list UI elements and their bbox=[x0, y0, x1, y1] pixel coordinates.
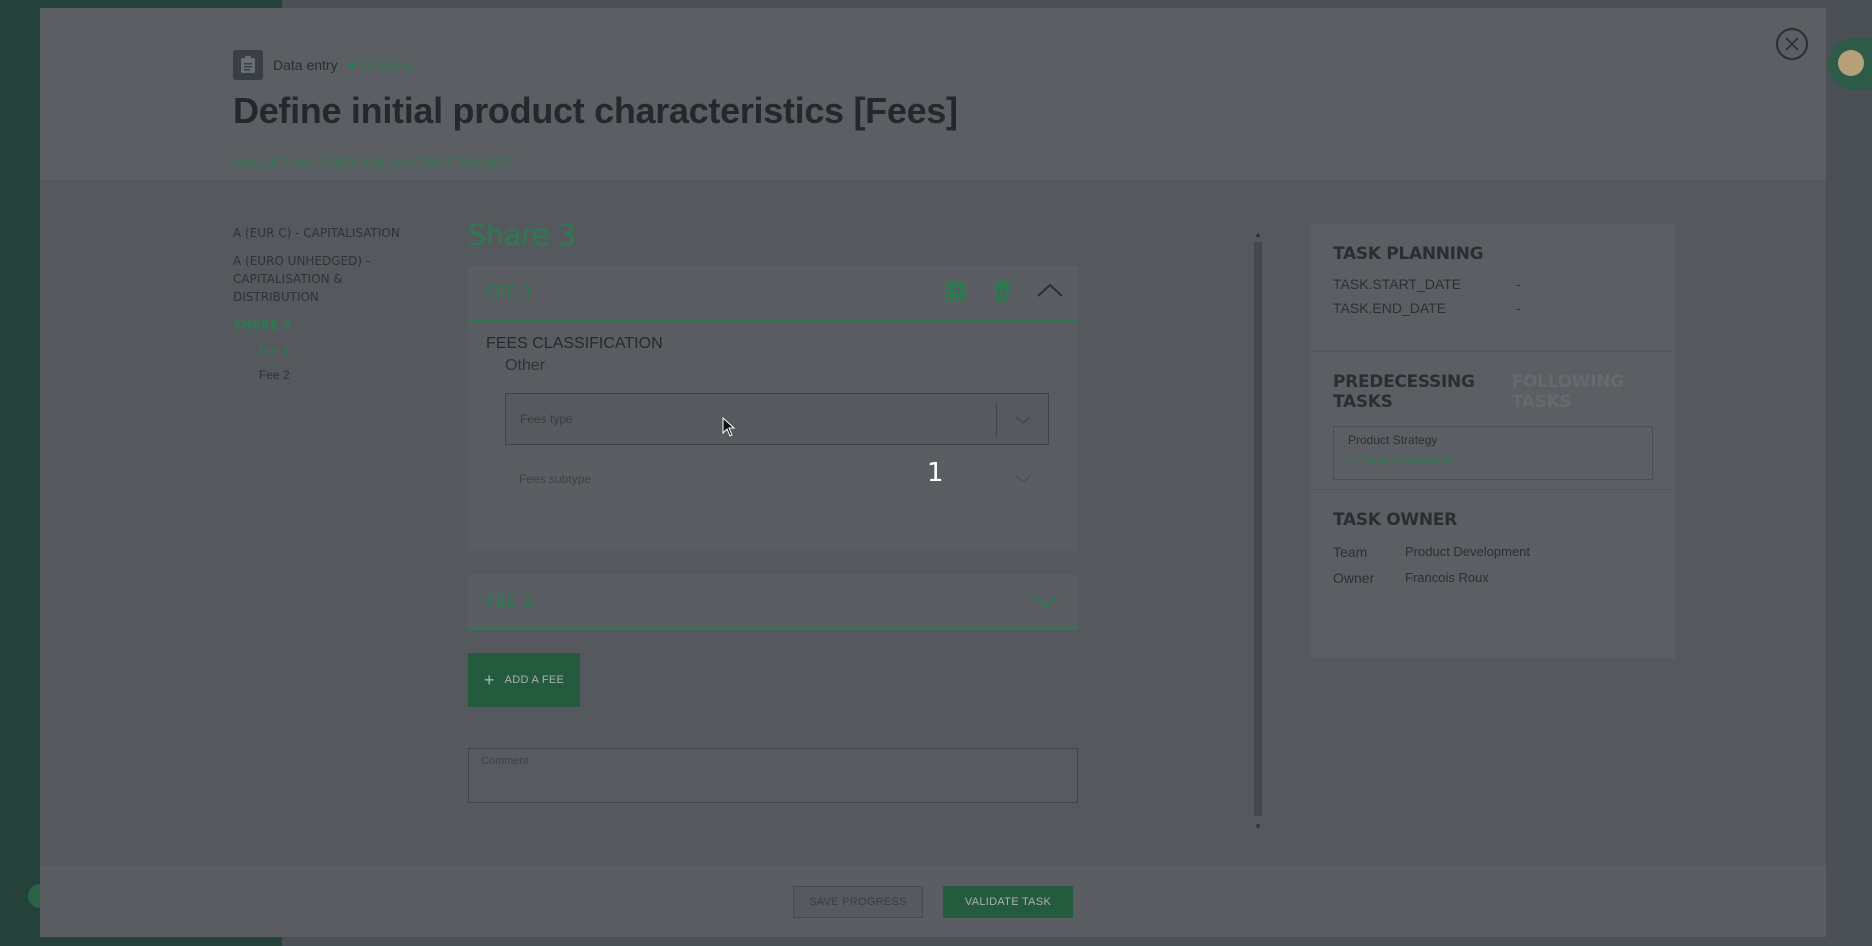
task-side-panel: TASK PLANNING TASK.START_DATE - TASK.END… bbox=[1311, 224, 1675, 658]
scroll-down-icon[interactable]: ▼ bbox=[1254, 822, 1262, 831]
fee-1-header[interactable]: FEE 1 bbox=[468, 266, 1078, 321]
start-date-row: TASK.START_DATE - bbox=[1333, 276, 1653, 292]
fee-1-panel: FEE 1 FEES CLASSIFICATION Other Fees typ… bbox=[468, 266, 1078, 551]
start-date-key: TASK.START_DATE bbox=[1333, 276, 1462, 292]
duplicate-icon[interactable] bbox=[944, 279, 968, 303]
fees-subtype-dropdown-toggle[interactable] bbox=[997, 461, 1049, 497]
breadcrumb[interactable]: SINGLE FUND CREATION / DISTINCT PARVEST bbox=[233, 156, 513, 170]
main-content: Share 3 FEE 1 FEES CLASSIFICATION Other … bbox=[468, 218, 1078, 803]
fees-classification-subtitle: Other bbox=[505, 357, 546, 374]
chevron-down-icon bbox=[1015, 475, 1031, 483]
fee-2-label: FEE 2 bbox=[486, 591, 534, 612]
team-value: Product Development bbox=[1405, 544, 1531, 559]
chevron-down-icon[interactable] bbox=[1032, 591, 1060, 611]
fees-subtype-placeholder: Fees subtype bbox=[519, 472, 592, 486]
fee-1-label: FEE 1 bbox=[486, 282, 534, 303]
task-owner-section: TASK OWNER Team Product Development Owne… bbox=[1311, 490, 1675, 606]
dependency-category: Product Strategy bbox=[1348, 433, 1438, 447]
owner-key: Owner bbox=[1333, 570, 1375, 586]
scrollbar-track[interactable] bbox=[1254, 242, 1262, 816]
fee-2-header[interactable]: FEE 2 bbox=[468, 575, 1078, 630]
fee-1-body: FEES CLASSIFICATION Other Fees type Fees… bbox=[468, 321, 1078, 551]
fees-type-dropdown-toggle[interactable] bbox=[996, 402, 1048, 438]
add-fee-label: ADD A FEE bbox=[504, 674, 565, 686]
close-icon bbox=[1785, 37, 1799, 51]
dependency-tabs: PREDECESSING TASKS FOLLOWING TASKS bbox=[1333, 372, 1653, 412]
dependency-card: Product Strategy - Project validation bbox=[1333, 426, 1653, 480]
task-owner-title: TASK OWNER bbox=[1333, 510, 1457, 530]
task-planning-title: TASK PLANNING bbox=[1333, 244, 1484, 264]
avatar-face-icon bbox=[1838, 50, 1864, 76]
fees-classification-title: FEES CLASSIFICATION bbox=[486, 335, 663, 352]
trash-icon[interactable] bbox=[990, 279, 1014, 303]
fees-subtype-select[interactable]: Fees subtype bbox=[505, 453, 1049, 505]
chevron-up-icon[interactable] bbox=[1036, 279, 1064, 303]
plus-icon: + bbox=[483, 669, 495, 690]
owner-value: Francois Roux bbox=[1405, 570, 1489, 585]
mouse-cursor-icon bbox=[722, 417, 736, 437]
avatar[interactable] bbox=[1828, 38, 1872, 90]
share-nav-item-active[interactable]: SHARE 3 bbox=[233, 316, 413, 334]
fees-type-placeholder: Fees type bbox=[520, 412, 573, 426]
team-key: Team bbox=[1333, 544, 1368, 560]
fee-nav-item-active[interactable]: Fee 1 bbox=[233, 344, 413, 358]
status-badge: Ongoing bbox=[347, 57, 414, 73]
end-date-key: TASK.END_DATE bbox=[1333, 300, 1447, 316]
chevron-down-icon bbox=[1015, 416, 1030, 424]
status-dot-icon bbox=[347, 61, 355, 69]
comment-placeholder: Comment bbox=[481, 755, 529, 767]
end-date-value: - bbox=[1516, 300, 1521, 316]
task-type-label: Data entry bbox=[273, 57, 338, 73]
status-label: Ongoing bbox=[360, 57, 414, 73]
scroll-up-icon[interactable]: ▲ bbox=[1254, 230, 1262, 239]
scrollbar[interactable]: ▲ ▼ bbox=[1252, 230, 1264, 831]
tab-predecessing-tasks[interactable]: PREDECESSING TASKS bbox=[1333, 372, 1498, 412]
modal-footer: SAVE PROGRESS VALIDATE TASK bbox=[40, 866, 1826, 937]
task-meta: Data entry Ongoing bbox=[233, 50, 414, 80]
comment-field[interactable]: Comment bbox=[468, 748, 1078, 803]
fee-nav-item[interactable]: Fee 2 bbox=[233, 368, 413, 382]
page-title: Define initial product characteristics [… bbox=[233, 90, 958, 131]
step-marker: 1 bbox=[927, 458, 944, 488]
clipboard-icon bbox=[233, 50, 263, 80]
fees-type-select[interactable]: Fees type bbox=[505, 393, 1049, 445]
share-title: Share 3 bbox=[468, 218, 576, 252]
end-date-row: TASK.END_DATE - bbox=[1333, 300, 1653, 316]
close-button[interactable] bbox=[1776, 28, 1808, 60]
tab-following-tasks[interactable]: FOLLOWING TASKS bbox=[1512, 372, 1653, 412]
start-date-value: - bbox=[1516, 276, 1521, 292]
validate-task-button[interactable]: VALIDATE TASK bbox=[943, 886, 1073, 918]
fee-1-tools bbox=[944, 279, 1064, 303]
share-nav-item[interactable]: A (EUR C) - CAPITALISATION bbox=[233, 224, 413, 242]
save-progress-button[interactable]: SAVE PROGRESS bbox=[793, 886, 923, 918]
task-planning-section: TASK PLANNING TASK.START_DATE - TASK.END… bbox=[1311, 224, 1675, 352]
team-row: Team Product Development bbox=[1333, 544, 1653, 560]
dependencies-section: PREDECESSING TASKS FOLLOWING TASKS Produ… bbox=[1311, 352, 1675, 490]
share-nav: A (EUR C) - CAPITALISATION A (EURO UNHED… bbox=[233, 224, 413, 392]
share-nav-item[interactable]: A (EURO UNHEDGED) - CAPITALISATION & DIS… bbox=[233, 252, 413, 306]
dependency-link[interactable]: - Project validation bbox=[1348, 452, 1638, 467]
owner-row: Owner Francois Roux bbox=[1333, 570, 1653, 586]
add-fee-button[interactable]: + ADD A FEE bbox=[468, 653, 580, 707]
